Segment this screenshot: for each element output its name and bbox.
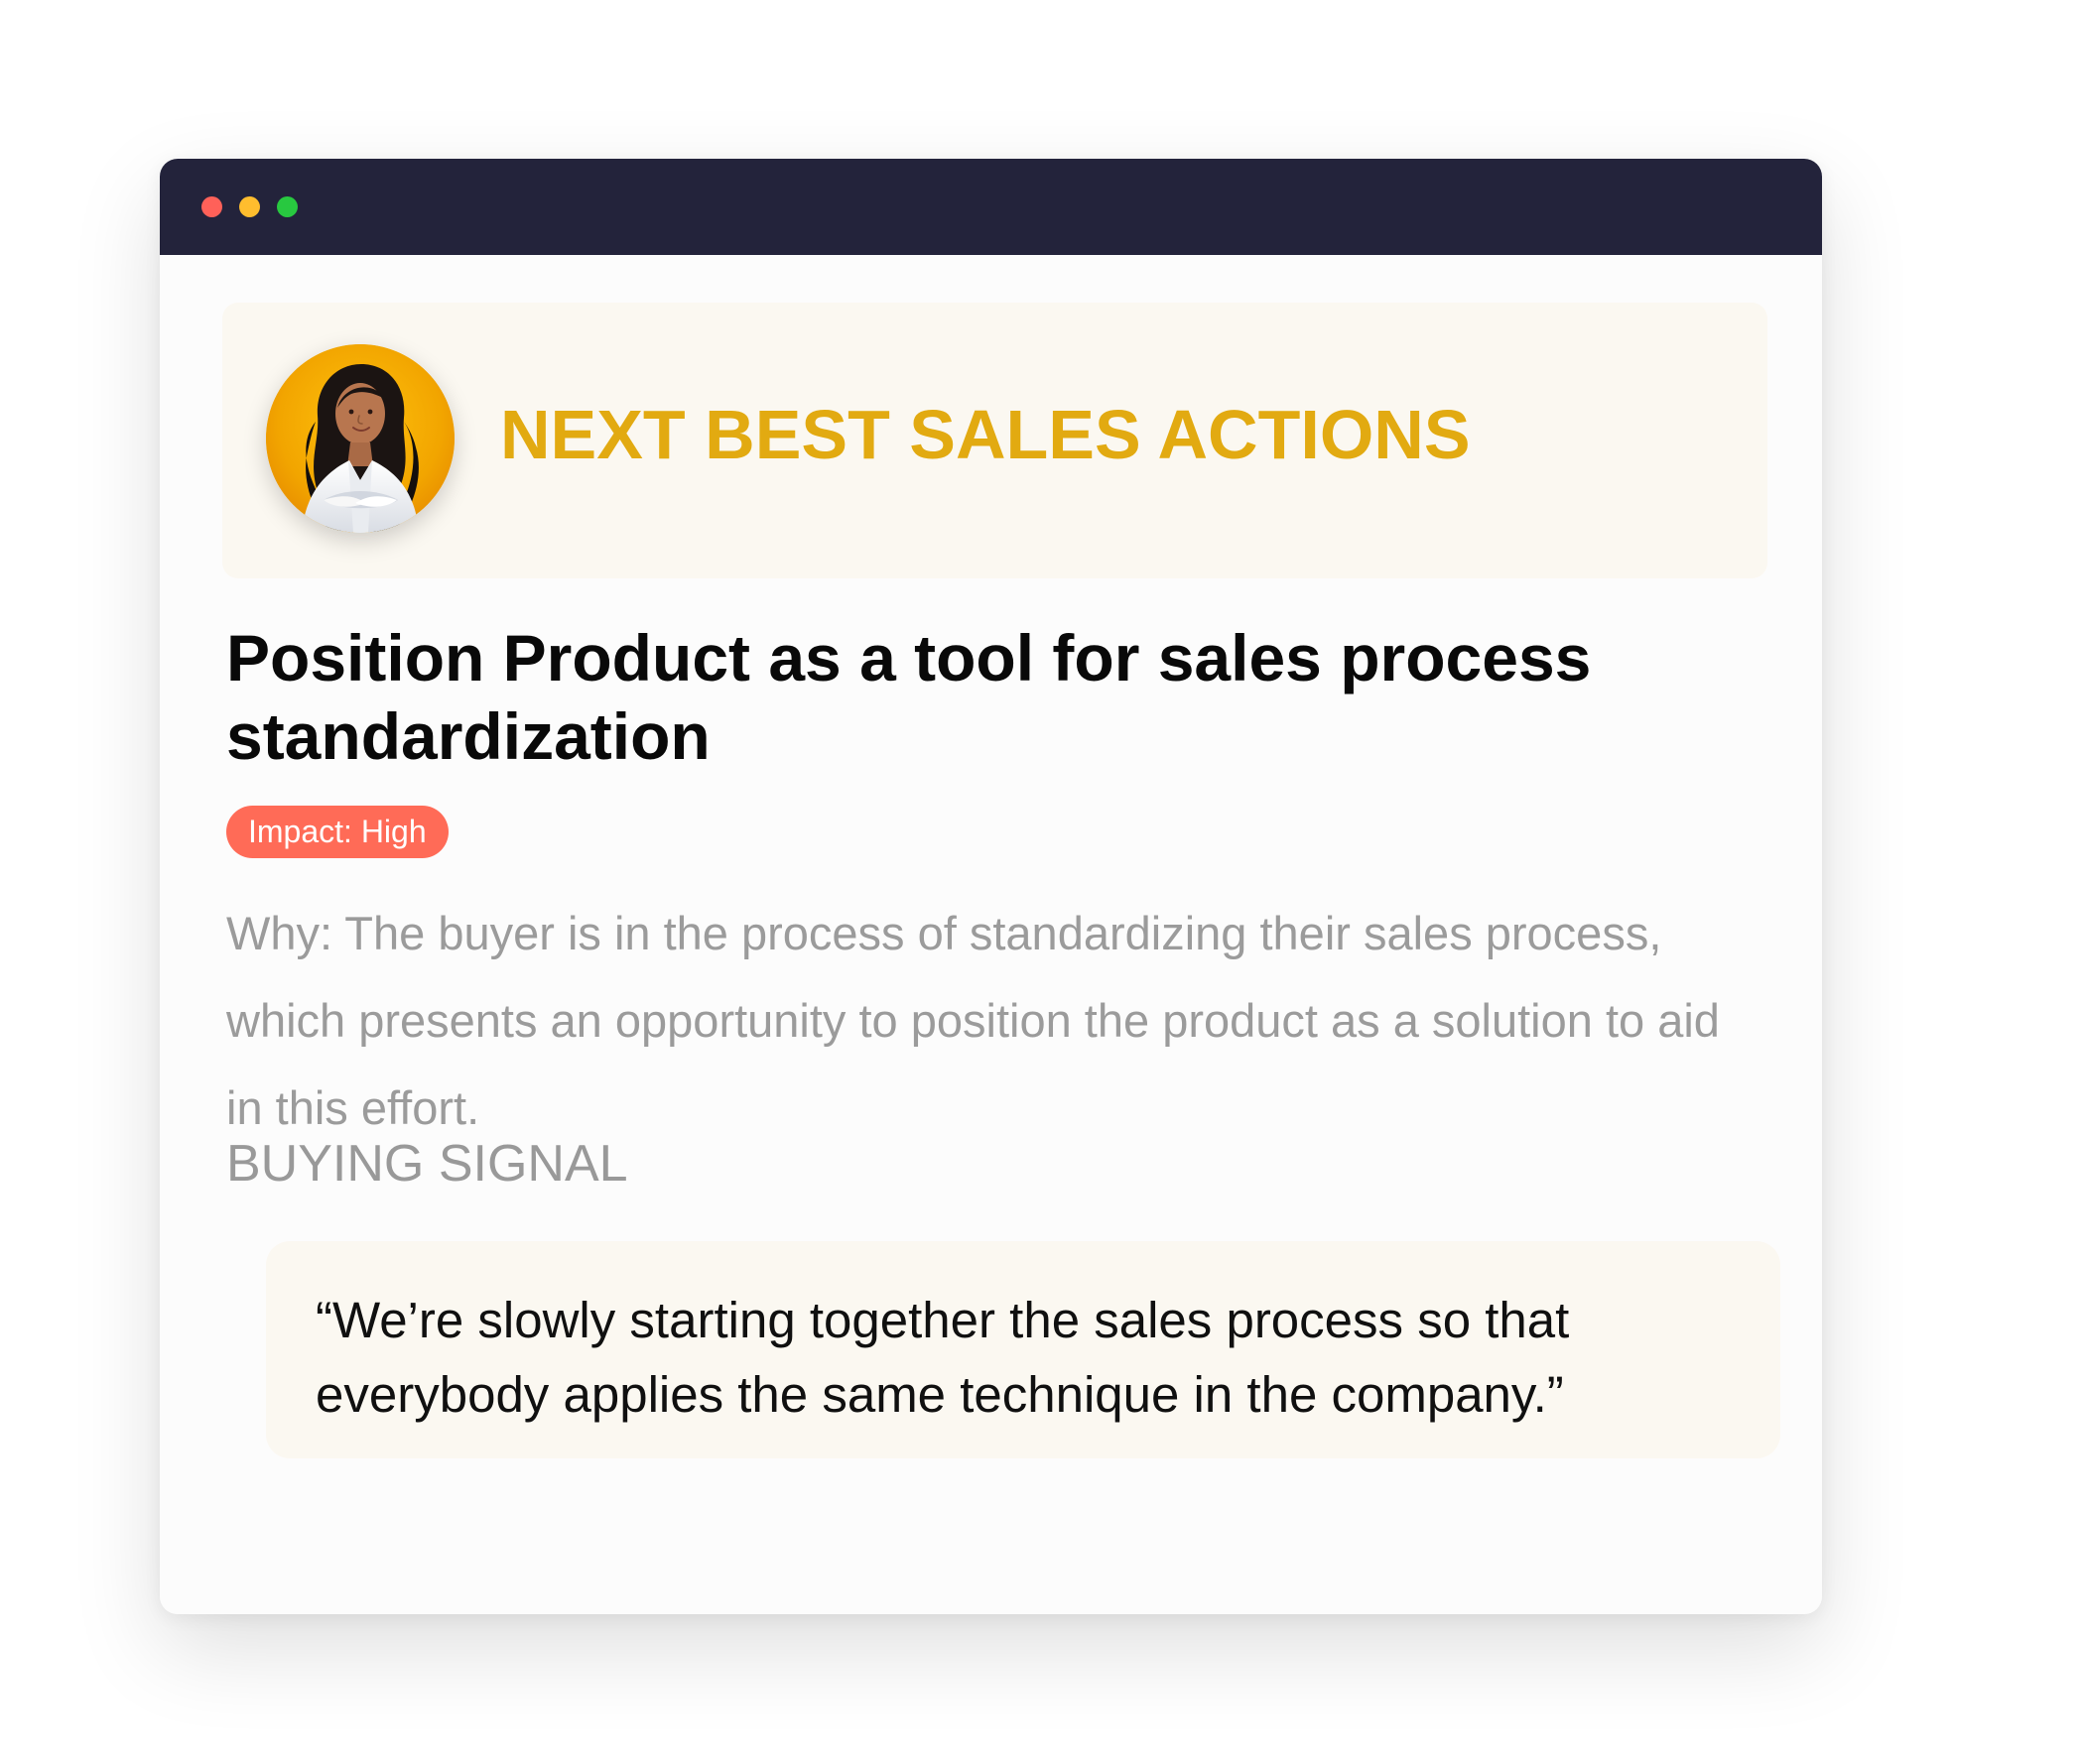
avatar <box>266 344 455 533</box>
impact-badge: Impact: High <box>226 806 449 858</box>
buying-signal-quote: “We’re slowly starting together the sale… <box>316 1292 1570 1423</box>
minimize-icon[interactable] <box>239 196 260 217</box>
next-action-title: Position Product as a tool for sales pro… <box>226 621 1592 773</box>
profile-photo-icon <box>266 344 455 533</box>
next-best-actions-header: NEXT BEST SALES ACTIONS <box>222 303 1767 578</box>
buying-signal-quote-card: “We’re slowly starting together the sale… <box>266 1241 1780 1458</box>
window-titlebar <box>160 159 1822 255</box>
zoom-icon[interactable] <box>277 196 298 217</box>
buying-signal-label: BUYING SIGNAL <box>226 1135 628 1193</box>
sales-action-content: NEXT BEST SALES ACTIONS Position Product… <box>160 255 1822 1614</box>
action-reason: Why: The buyer is in the process of stan… <box>226 907 1720 1134</box>
page-title: NEXT BEST SALES ACTIONS <box>500 396 1471 473</box>
close-icon[interactable] <box>201 196 222 217</box>
screenshot-canvas: NEXT BEST SALES ACTIONS Position Product… <box>0 0 2086 1764</box>
browser-window: NEXT BEST SALES ACTIONS Position Product… <box>160 159 1822 1614</box>
